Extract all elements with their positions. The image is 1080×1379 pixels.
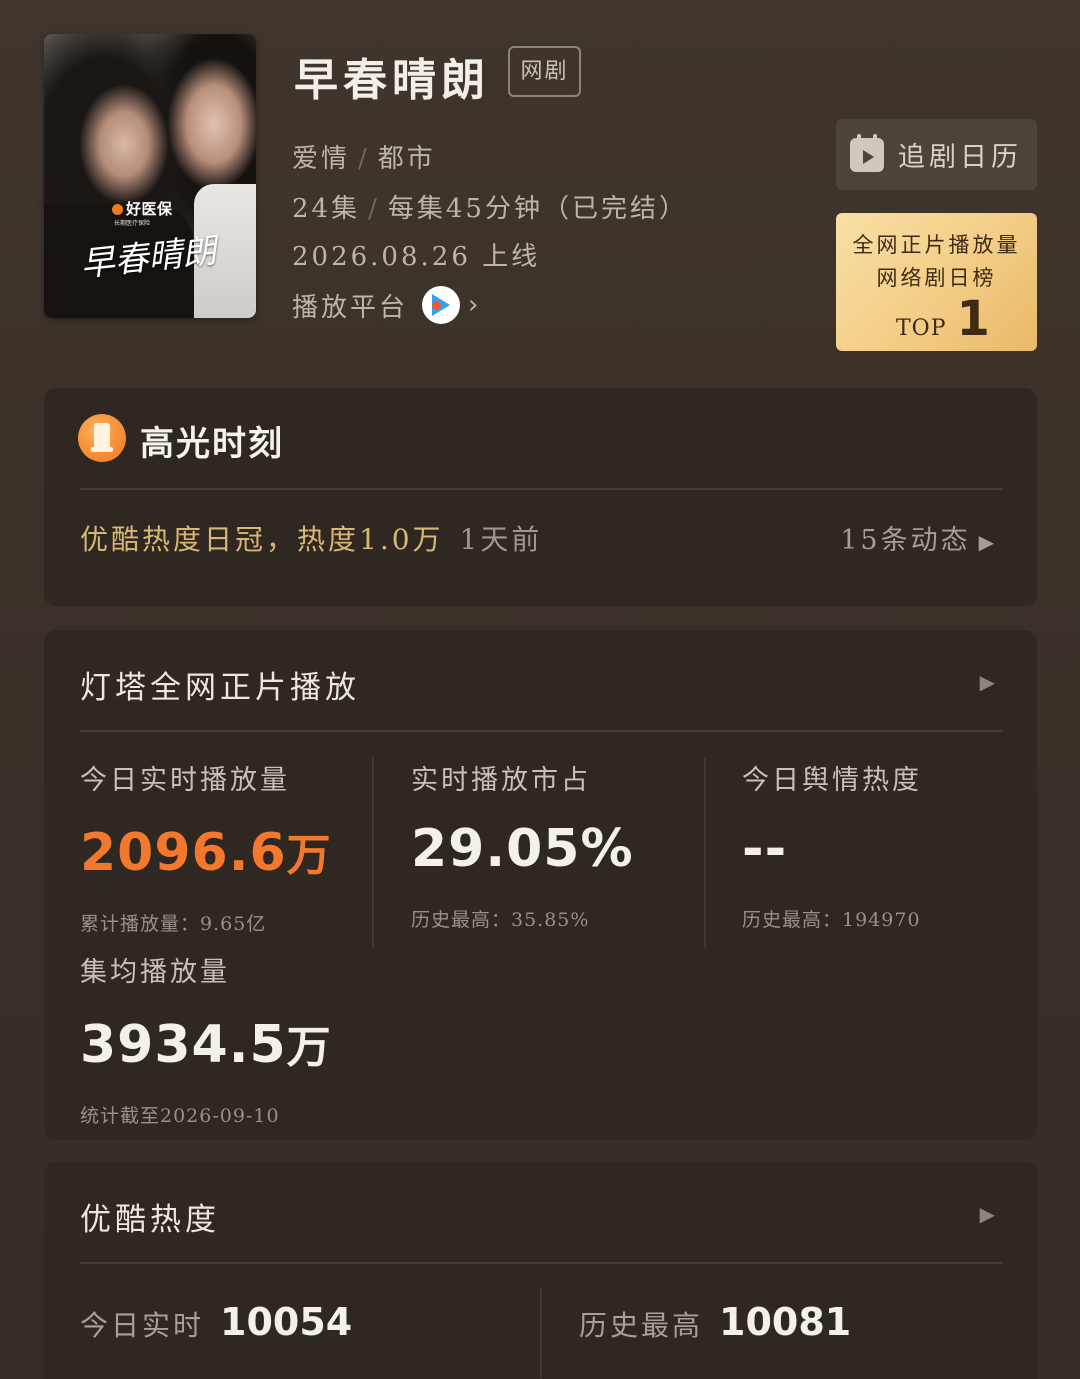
- more-updates-label: 15条动态: [840, 525, 971, 556]
- metric-public-sentiment: 今日舆情热度 -- 历史最高：194970: [742, 758, 922, 932]
- metric-sub: 历史最高：35.85%: [411, 909, 590, 931]
- section-title[interactable]: 灯塔全网正片播放: [80, 662, 360, 707]
- metric-sub: 累计播放量：9.65亿: [80, 913, 267, 935]
- drama-title: 早春晴朗: [294, 55, 490, 106]
- genre-tag[interactable]: 爱情: [292, 144, 350, 174]
- platform-row[interactable]: 播放平台 ›: [292, 286, 481, 324]
- heat-today: 今日实时 10054: [80, 1300, 352, 1344]
- poster-brand-logo: 好医保: [112, 198, 173, 219]
- metric-sub: 统计截至2026-09-10: [80, 1105, 280, 1127]
- metric-label: 今日实时播放量: [80, 765, 290, 796]
- more-updates-link[interactable]: 15条动态 ▶: [840, 518, 997, 557]
- drama-poster[interactable]: 好医保 长期医疗保险 早春晴朗: [44, 34, 256, 318]
- play-arrow-icon[interactable]: ▶: [980, 670, 995, 694]
- youku-logo-icon[interactable]: [422, 286, 461, 324]
- calendar-icon: [850, 133, 884, 172]
- heat-peak-value: 10081: [719, 1300, 852, 1344]
- metric-label: 实时播放市占: [411, 765, 591, 796]
- metric-market-share: 实时播放市占 29.05% 历史最高：35.85%: [411, 758, 634, 932]
- highlight-card: 高光时刻 优酷热度日冠，热度1.0万 1天前 15条动态 ▶: [44, 388, 1037, 606]
- rank-number: 1: [956, 291, 991, 347]
- rank-position: TOP 1: [896, 291, 991, 347]
- type-tag: 网剧: [508, 46, 581, 97]
- divider: [80, 1262, 1003, 1264]
- highlight-event[interactable]: 优酷热度日冠，热度1.0万 1天前: [80, 518, 542, 558]
- episode-info: 24集 / 每集45分钟（已完结）: [292, 194, 688, 224]
- metric-value: 3934.5万: [80, 1015, 332, 1075]
- rank-list-name: 网络剧日榜: [876, 266, 997, 290]
- calendar-button-label: 追剧日历: [898, 142, 1022, 173]
- genre-tag[interactable]: 都市: [378, 144, 436, 174]
- episode-duration: 每集45分钟（已完结）: [387, 194, 688, 224]
- column-divider: [704, 758, 706, 948]
- platform-label: 播放平台: [292, 292, 409, 323]
- heat-today-label: 今日实时: [80, 1309, 205, 1342]
- rank-category: 全网正片播放量: [852, 233, 1021, 257]
- follow-calendar-button[interactable]: 追剧日历: [836, 119, 1037, 190]
- section-title[interactable]: 优酷热度: [80, 1194, 220, 1239]
- drama-detail-page: 好医保 长期医疗保险 早春晴朗 早春晴朗 网剧 爱情 / 都市 24集 / 每集45分钟…: [0, 0, 1080, 1379]
- metric-daily-plays: 今日实时播放量 2096.6万 累计播放量：9.65亿: [80, 758, 332, 936]
- play-arrow-icon: ▶: [978, 530, 997, 554]
- metric-avg-per-episode: 集均播放量 3934.5万 统计截至2026-09-10: [80, 950, 332, 1128]
- metric-value: --: [742, 819, 788, 879]
- highlight-event-time: 1天前: [459, 523, 543, 556]
- metric-label: 集均播放量: [80, 957, 230, 988]
- divider: [80, 488, 1003, 490]
- column-divider: [372, 758, 374, 948]
- youku-heat-card: 优酷热度 ▶ 今日实时 10054 历史最高 10081: [44, 1162, 1037, 1379]
- column-divider: [540, 1288, 542, 1378]
- lighthouse-icon: [78, 414, 126, 462]
- highlight-event-text: 优酷热度日冠，热度1.0万: [80, 523, 444, 556]
- genre-line: 爱情 / 都市: [292, 144, 436, 174]
- rank-badge-card[interactable]: 全网正片播放量 网络剧日榜 TOP 1: [836, 213, 1037, 351]
- metric-value: 29.05%: [411, 819, 634, 879]
- metric-sub: 历史最高：194970: [742, 909, 921, 931]
- metric-value: 2096.6万: [80, 823, 332, 883]
- heat-peak-label: 历史最高: [579, 1309, 704, 1342]
- poster-brand-subtext: 长期医疗保险: [114, 220, 151, 227]
- metric-label: 今日舆情热度: [742, 765, 922, 796]
- episode-count: 24集: [292, 194, 361, 224]
- beacon-playback-card: 灯塔全网正片播放 ▶ 今日实时播放量 2096.6万 累计播放量：9.65亿 实…: [44, 630, 1037, 1140]
- heat-peak: 历史最高 10081: [579, 1300, 851, 1344]
- highlight-title: 高光时刻: [140, 424, 284, 464]
- play-arrow-icon[interactable]: ▶: [980, 1202, 995, 1226]
- chevron-right-icon: ›: [468, 290, 482, 320]
- release-date: 2026.08.26 上线: [292, 242, 541, 272]
- divider: [80, 730, 1003, 732]
- heat-today-value: 10054: [220, 1300, 353, 1344]
- rank-top-label: TOP: [896, 316, 947, 341]
